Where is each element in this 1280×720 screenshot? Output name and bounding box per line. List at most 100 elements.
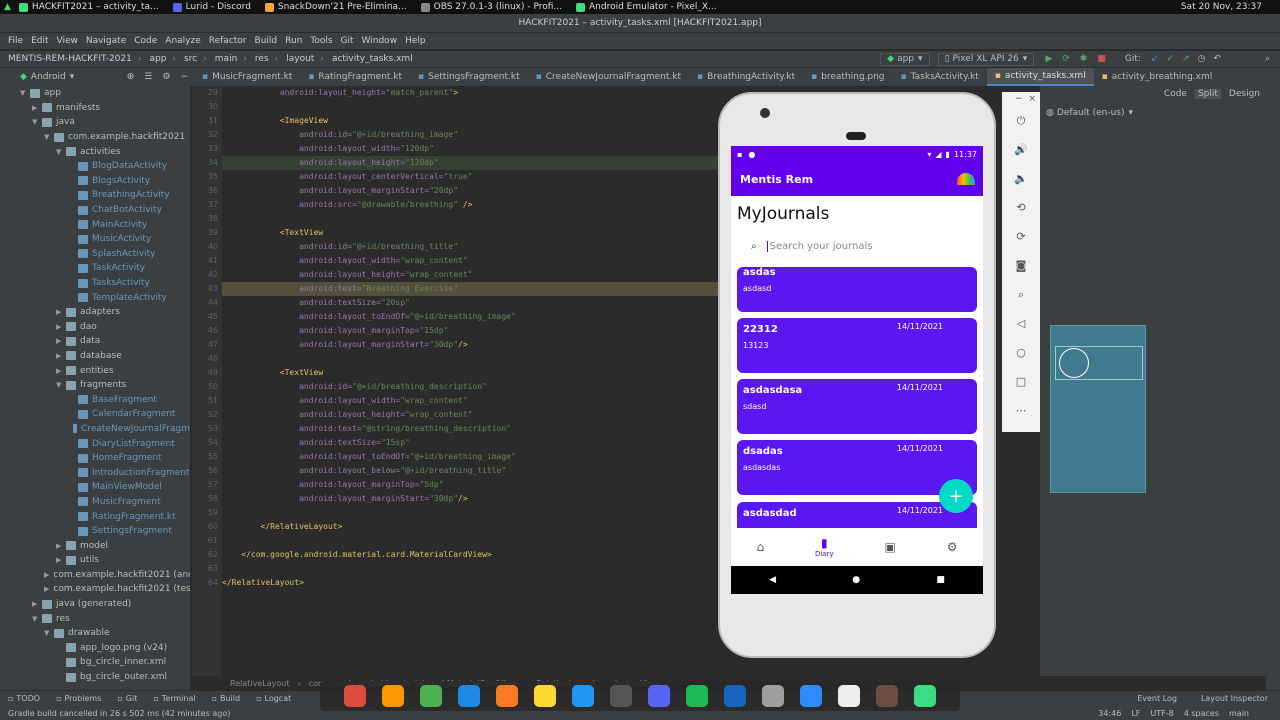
zoom-icon[interactable]: ⌕: [1002, 280, 1040, 309]
project-tree-item[interactable]: ChatBotActivity: [14, 203, 190, 218]
project-tree-item[interactable]: RatingFragment.kt: [14, 509, 190, 524]
xampp-icon[interactable]: [496, 685, 518, 707]
project-tree-item[interactable]: TemplateActivity: [14, 290, 190, 305]
journal-search-field[interactable]: ⌕ Search your journals: [751, 238, 971, 254]
project-tree-item[interactable]: ▼ res: [14, 611, 190, 626]
back-icon[interactable]: ◁: [1002, 309, 1040, 338]
editor-tab[interactable]: ▪ TasksActivity.kt: [893, 68, 987, 86]
breadcrumb-item[interactable]: app: [149, 54, 166, 64]
todoist-icon[interactable]: [344, 685, 366, 707]
git-update-icon[interactable]: ↙: [1151, 54, 1159, 64]
status-indicator[interactable]: LF: [1131, 709, 1140, 718]
editor-tab[interactable]: ▪ activity_breathing.xml: [1094, 68, 1221, 86]
project-tree-item[interactable]: ▼ java: [14, 115, 190, 130]
chrome-icon[interactable]: [420, 685, 442, 707]
phone-screen[interactable]: ▪ ● ▾ ◢ ▮ 11:37 Mentis Rem MyJournals ⌕ …: [731, 146, 983, 594]
tool-window-event-log[interactable]: Event Log: [1137, 694, 1177, 703]
project-tree-item[interactable]: TaskActivity: [14, 261, 190, 276]
recents-icon[interactable]: ■: [936, 575, 945, 585]
expand-arrow-icon[interactable]: ▶: [32, 104, 42, 112]
project-tree-item[interactable]: ▶ entities: [14, 363, 190, 378]
menu-code[interactable]: Code: [134, 36, 157, 46]
project-tree-item[interactable]: IntroductionFragment: [14, 465, 190, 480]
paint-icon[interactable]: [572, 685, 594, 707]
code-editor[interactable]: android:layout_height="match_parent"> <I…: [222, 86, 722, 676]
obs-icon[interactable]: [610, 685, 632, 707]
mode-design[interactable]: Design: [1229, 89, 1260, 99]
project-tree-item[interactable]: HomeFragment: [14, 451, 190, 466]
project-tree-item[interactable]: ▼ app: [14, 86, 190, 101]
editor-tab[interactable]: ▪ SettingsFragment.kt: [410, 68, 528, 86]
volume-up-icon[interactable]: 🔊: [1002, 135, 1040, 164]
tool-window-terminal[interactable]: ▫ Terminal: [153, 694, 195, 703]
gimp-icon[interactable]: [876, 685, 898, 707]
status-indicator[interactable]: main: [1229, 709, 1249, 718]
nav-item-library[interactable]: ▣: [885, 540, 896, 554]
project-tree-item[interactable]: MainViewModel: [14, 480, 190, 495]
doc-icon[interactable]: [838, 685, 860, 707]
project-tree-item[interactable]: ▶ model: [14, 538, 190, 553]
project-tree-item[interactable]: MusicFragment: [14, 495, 190, 510]
editor-tab[interactable]: ▪ breathing.png: [803, 68, 893, 86]
vscode-icon[interactable]: [458, 685, 480, 707]
editor-tab[interactable]: ▪ activity_tasks.xml: [986, 68, 1094, 86]
stop-icon[interactable]: ■: [1097, 54, 1106, 64]
close-icon[interactable]: ×: [1028, 94, 1036, 104]
expand-arrow-icon[interactable]: ▶: [56, 556, 66, 564]
files-icon[interactable]: [762, 685, 784, 707]
project-tree-item[interactable]: BreathingActivity: [14, 188, 190, 203]
project-tree-item[interactable]: ▶ data: [14, 334, 190, 349]
collapse-icon[interactable]: ☰: [144, 72, 152, 82]
project-tree-item[interactable]: app_logo.png (v24): [14, 641, 190, 656]
project-tree-item[interactable]: BlogDataActivity: [14, 159, 190, 174]
run-icon[interactable]: ▶: [1045, 54, 1052, 64]
editor-tab[interactable]: ▪ BreathingActivity.kt: [689, 68, 803, 86]
project-tree-item[interactable]: TasksActivity: [14, 276, 190, 291]
history-icon[interactable]: ◷: [1198, 54, 1206, 64]
hide-icon[interactable]: −: [180, 72, 188, 82]
editor-breadcrumb-item[interactable]: RelativeLayout: [230, 679, 289, 688]
minimize-icon[interactable]: −: [1015, 94, 1023, 104]
menu-navigate[interactable]: Navigate: [86, 36, 126, 46]
journal-card[interactable]: asdasdasa sdasd 14/11/2021: [737, 379, 977, 434]
debug-icon[interactable]: ✱: [1080, 54, 1088, 64]
menu-analyze[interactable]: Analyze: [165, 36, 200, 46]
expand-arrow-icon[interactable]: ▼: [32, 118, 42, 126]
volume-down-icon[interactable]: 🔈: [1002, 164, 1040, 193]
mode-code[interactable]: Code: [1164, 89, 1187, 99]
taskbar-app[interactable]: HACKFIT2021 – activity_ta...: [18, 2, 159, 12]
project-tree-item[interactable]: ▶ adapters: [14, 305, 190, 320]
git-push-icon[interactable]: ↗: [1182, 54, 1190, 64]
expand-arrow-icon[interactable]: ▶: [44, 571, 49, 579]
right-tool-strip[interactable]: [1266, 68, 1280, 690]
status-indicator[interactable]: 4 spaces: [1184, 709, 1219, 718]
project-tree-item[interactable]: SettingsFragment: [14, 524, 190, 539]
nav-item-home[interactable]: ⌂: [756, 540, 764, 554]
nav-item-diary[interactable]: ▮ Diary: [815, 536, 834, 558]
expand-arrow-icon[interactable]: ▼: [44, 629, 54, 637]
status-indicator[interactable]: 34:46: [1098, 709, 1121, 718]
project-tree-item[interactable]: ▶ database: [14, 349, 190, 364]
expand-arrow-icon[interactable]: ▶: [56, 308, 66, 316]
tool-window-git[interactable]: ▫ Git: [117, 694, 137, 703]
project-tree-item[interactable]: bg_circle_inner.xml: [14, 655, 190, 670]
tool-window-problems[interactable]: ▫ Problems: [56, 694, 101, 703]
tool-window-layout-inspector[interactable]: Layout Inspector: [1201, 694, 1268, 703]
apply-changes-icon[interactable]: ⟳: [1062, 54, 1070, 64]
status-message[interactable]: Gradle build cancelled in 26 s 502 ms (4…: [8, 709, 230, 718]
project-tree-item[interactable]: ▶ com.example.hackfit2021 (and: [14, 568, 190, 583]
status-indicator[interactable]: UTF-8: [1150, 709, 1173, 718]
project-tree-item[interactable]: ▶ dao: [14, 320, 190, 335]
breadcrumb-item[interactable]: MENTIS-REM-HACKFIT-2021: [8, 54, 132, 64]
expand-arrow-icon[interactable]: ▶: [32, 600, 42, 608]
expand-arrow-icon[interactable]: ▶: [44, 585, 49, 593]
spotify-icon[interactable]: [686, 685, 708, 707]
device-selector[interactable]: ▯ Pixel XL API 26 ▾: [937, 52, 1035, 66]
home-button-icon[interactable]: ●: [852, 575, 860, 585]
expand-arrow-icon[interactable]: ▶: [56, 323, 66, 331]
menu-refactor[interactable]: Refactor: [209, 36, 247, 46]
project-tree-item[interactable]: ▼ fragments: [14, 378, 190, 393]
menu-edit[interactable]: Edit: [31, 36, 48, 46]
project-tree-item[interactable]: CreateNewJournalFragm: [14, 422, 190, 437]
editor-tab[interactable]: ▪ MusicFragment.kt: [194, 68, 300, 86]
